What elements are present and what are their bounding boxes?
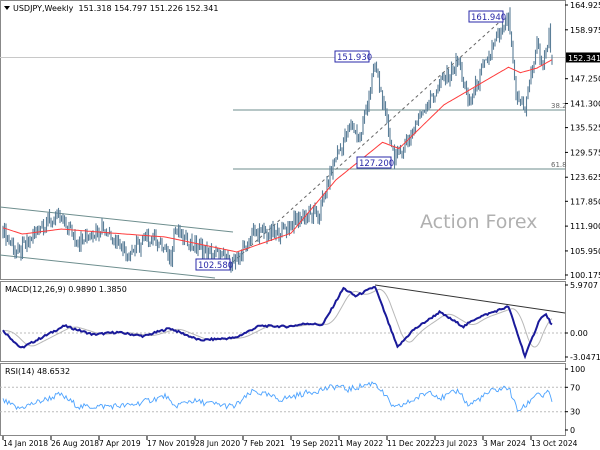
price-axis-label: 123.625 — [570, 173, 600, 182]
watermark: Action Forex — [420, 211, 537, 233]
rsi-title: RSI(14) 48.6532 — [5, 367, 70, 376]
date-axis-label: 23 Jul 2023 — [435, 439, 478, 448]
rsi-axis-label: 0 — [570, 426, 575, 435]
channel-lower-line — [0, 254, 216, 279]
date-axis-label: 17 Nov 2019 — [147, 439, 195, 448]
macd-line — [2, 285, 553, 360]
date-axis-label: 7 Apr 2019 — [99, 439, 141, 448]
rsi-axis-label: 70 — [570, 383, 580, 392]
macd-axis-label: 0.00 — [570, 329, 588, 338]
price-axis-label: 111.900 — [570, 222, 600, 231]
chart-window: 38.2 61.8 151.930 127.200 102.580 161.940 164.… — [0, 0, 600, 450]
date-axis-label: 14 Jan 2018 — [3, 439, 48, 448]
date-axis-label: 11 Dec 2022 — [387, 439, 435, 448]
date-axis-label: 13 Oct 2024 — [531, 439, 578, 448]
chart-canvas: 38.2 61.8 151.930 127.200 102.580 161.940 164.… — [0, 0, 600, 448]
date-axis-label: 19 Sep 2021 — [291, 439, 339, 448]
price-axis-label: 105.950 — [570, 247, 600, 256]
fib-38-label: 38.2 — [551, 102, 567, 110]
price-axis-label: 100.175 — [570, 271, 600, 280]
label-161940: 161.940 — [471, 13, 506, 23]
label-151930: 151.930 — [337, 53, 372, 63]
price-axis-label: 117.850 — [570, 197, 600, 206]
price-axis-label: 141.300 — [570, 100, 600, 109]
price-axis-label: 158.975 — [570, 26, 600, 35]
label-102580: 102.580 — [198, 261, 233, 271]
rsi-axis-label: 100 — [570, 365, 585, 374]
price-axis-label: 164.925 — [570, 1, 600, 10]
date-axis-label: 28 Jun 2020 — [195, 439, 240, 448]
macd-trend-line — [374, 284, 566, 314]
collapse-triangle-icon[interactable] — [4, 6, 10, 10]
label-127200: 127.200 — [359, 159, 394, 169]
macd-signal-line — [3, 288, 553, 348]
macd-title: MACD(12,26,9) 0.9890 1.3850 — [5, 285, 127, 294]
price-axis-label: 129.575 — [570, 148, 600, 157]
fib-61-label: 61.8 — [551, 161, 567, 169]
rsi-line — [2, 381, 553, 413]
symbol-header: USDJPY,Weekly 151.318 154.797 151.226 15… — [13, 4, 218, 13]
price-axis-label: 135.525 — [570, 124, 600, 133]
date-axis-label: 7 Feb 2021 — [243, 439, 285, 448]
macd-axis-label: 5.9707 — [570, 281, 598, 290]
date-axis-label: 1 May 2022 — [339, 439, 383, 448]
date-axis-label: 3 Mar 2024 — [483, 439, 526, 448]
current-price-label: 152.341 — [568, 54, 600, 63]
price-axis-label: 147.250 — [570, 75, 600, 84]
date-axis-label: 26 Aug 2018 — [51, 439, 99, 448]
macd-axis-label: -3.0471 — [570, 353, 600, 362]
rsi-axis-label: 30 — [570, 408, 580, 417]
